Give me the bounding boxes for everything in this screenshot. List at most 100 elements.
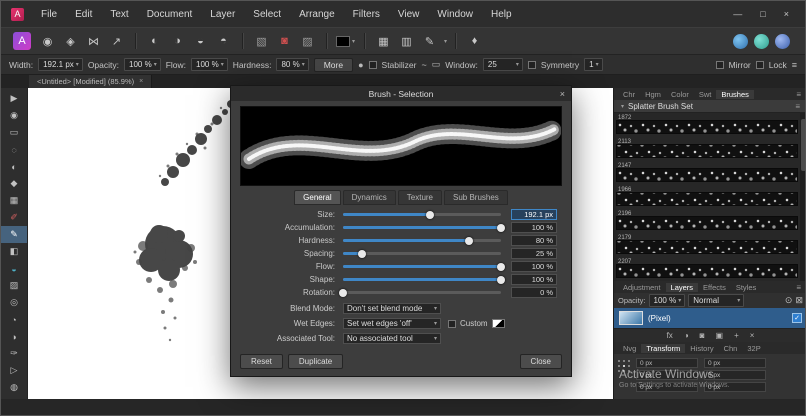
slider-thumb[interactable] [497,275,505,284]
flood-select-tool[interactable]: ◆ [1,175,27,192]
brush-item[interactable]: 2207 [616,258,798,281]
dialog-close-button[interactable]: × [560,86,565,101]
marquee-visibility-icon[interactable]: ▧ [251,31,272,51]
opacity-field[interactable]: 100 % ▾ [124,58,161,71]
tab-history[interactable]: History [685,344,718,353]
slider-thumb[interactable] [465,236,474,245]
tab-transform[interactable]: Transform [641,343,686,353]
tab-layers[interactable]: Layers [665,282,699,292]
layer-visibility-checkbox[interactable]: ✓ [792,313,802,323]
crop-tool[interactable]: ▦ [1,192,27,209]
lasso-select-tool[interactable]: ◌ [1,141,27,158]
transform-height-field[interactable]: 0 px [704,370,766,380]
mirror-checkbox[interactable] [715,60,724,69]
reset-button[interactable]: Reset [240,354,283,369]
tab-color[interactable]: Color [666,90,694,99]
slider-thumb[interactable] [357,249,366,258]
document-tab[interactable]: <Untitled> [Modified] (85.9%) × [29,75,153,88]
brush-item[interactable]: 2196 [616,210,798,234]
pen-tool[interactable]: ✑ [1,345,27,362]
brush-set-header[interactable]: ▾ Splatter Brush Set ≡ [614,100,805,113]
menu-item-select[interactable]: Select [244,9,290,20]
hardness-slider[interactable] [343,236,501,245]
menu-item-layer[interactable]: Layer [201,9,244,20]
move-tool[interactable]: ▶ [1,90,27,107]
transform-shear-field[interactable]: 0 px [704,382,766,392]
brush-tip-icon[interactable]: ● [358,60,363,70]
paint-brush-tool[interactable]: ✎ [1,226,27,243]
flow-slider[interactable] [343,262,505,271]
erase-brush-tool[interactable]: ◧ [1,243,27,260]
tab-sub-brushes[interactable]: Sub Brushes [444,190,508,205]
shape-slider[interactable] [343,275,505,284]
snapping-icon[interactable]: ▥ [396,31,417,51]
view-tool[interactable]: ◉ [1,107,27,124]
slider-thumb[interactable] [497,223,505,232]
quick-mask-icon[interactable]: ◙ [274,31,295,51]
layer-row-pixel[interactable]: (Pixel) ✓ [614,308,805,328]
grid-icon[interactable]: ▦ [373,31,394,51]
menu-item-filters[interactable]: Filters [344,9,389,20]
close-button[interactable]: Close [519,354,562,369]
selection-brush-tool[interactable]: ◐ [1,158,27,175]
marquee-select-tool[interactable]: ▭ [1,124,27,141]
blur-brush-tool[interactable]: ◔ [1,311,27,328]
tab-32bit-preview[interactable]: 32P [742,344,765,353]
zoom-tool[interactable]: ◍ [1,379,27,396]
tab-effects[interactable]: Effects [698,283,731,292]
size-slider[interactable] [343,210,501,219]
slider-thumb[interactable] [497,262,505,271]
rotation-slider[interactable] [339,288,501,297]
tone-mapping-persona-icon[interactable]: ⋈ [83,31,104,51]
dodge-brush-tool[interactable]: ◑ [1,328,27,345]
assistant-icon[interactable]: ♦ [464,31,485,51]
tab-general[interactable]: General [294,190,341,205]
brush-item[interactable]: 1872 [616,114,798,138]
associated-tool-dropdown[interactable]: No associated tool ▾ [343,333,441,344]
background-colour-swatch[interactable]: ▾ [335,31,356,51]
fill-tool[interactable]: ◒ [1,260,27,277]
group-layers-icon[interactable]: ▣ [716,331,724,340]
menu-item-file[interactable]: File [32,9,66,20]
more-button[interactable]: More [313,57,354,72]
colour-picker-tool[interactable]: ✐ [1,209,27,226]
window-field[interactable]: 25 ▾ [482,58,523,71]
transform-width-field[interactable]: 0 px [704,358,766,368]
tab-dynamics[interactable]: Dynamics [342,190,396,205]
photo-persona-icon[interactable]: A [13,32,31,50]
custom-checkbox[interactable] [448,319,456,328]
rotation-value-field[interactable]: 0 % [511,287,557,298]
flow-field[interactable]: 100 % ▾ [191,58,228,71]
slider-thumb[interactable] [425,210,434,219]
menu-item-document[interactable]: Document [138,9,202,20]
size-value-field[interactable]: 192.1 px [511,209,557,220]
minimize-button[interactable]: — [733,9,742,19]
symmetry-checkbox[interactable] [527,60,536,69]
menu-item-window[interactable]: Window [428,9,482,20]
spacing-slider[interactable] [343,249,501,258]
brush-list-scrollbar[interactable] [800,113,805,281]
liquify-persona-icon[interactable]: ◉ [37,31,58,51]
anchor-point-selector[interactable] [618,360,630,372]
tab-brushes[interactable]: Brushes [716,89,754,99]
hardness-value-field[interactable]: 80 % [511,235,557,246]
blend-mode-dropdown[interactable]: Don't set blend mode ▾ [343,303,441,314]
hardness-field[interactable]: 80 % ▾ [276,58,309,71]
delete-layer-icon[interactable]: × [750,331,755,340]
panel-menu-icon[interactable]: ≡ [796,90,803,99]
tab-close-icon[interactable]: × [139,78,143,85]
transform-x-field[interactable]: 0 px [636,358,698,368]
auto-levels-icon[interactable]: ◐ [144,31,165,51]
menu-item-help[interactable]: Help [482,9,521,20]
brush-panel-menu-icon[interactable]: ≡ [795,102,802,111]
tab-styles[interactable]: Styles [731,283,761,292]
gradient-tool[interactable]: ▨ [1,277,27,294]
flow-value-field[interactable]: 100 % [511,261,557,272]
tab-swt[interactable]: Swt [694,90,717,99]
blend-mode-dropdown[interactable]: Normal ▾ [688,294,745,307]
rope-stabilizer-icon[interactable]: ~ [422,60,427,70]
panel-menu-icon[interactable]: ≡ [796,283,803,292]
slider-thumb[interactable] [339,288,347,297]
lock-checkbox[interactable] [755,60,764,69]
tab-chr[interactable]: Chr [618,90,640,99]
